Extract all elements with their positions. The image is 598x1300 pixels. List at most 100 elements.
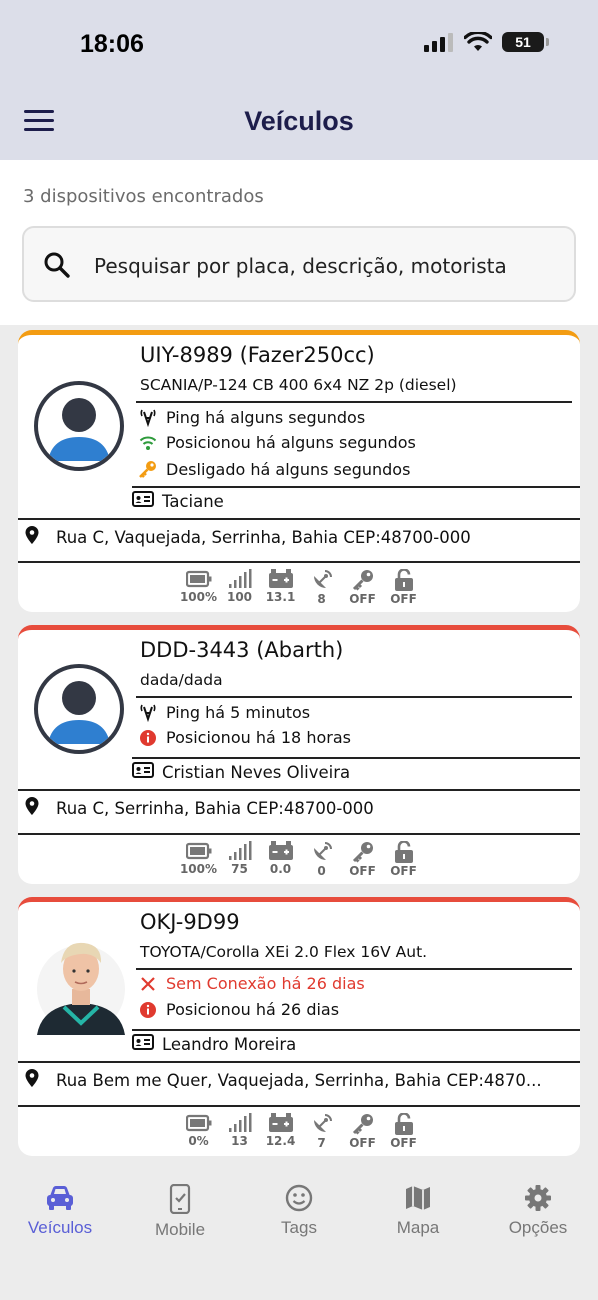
signal-bars-icon — [228, 569, 251, 588]
signal-tower-icon — [138, 407, 158, 427]
key-icon — [352, 1114, 373, 1135]
id-card-icon — [132, 491, 154, 511]
voltage-metric: 13.1 — [260, 569, 301, 606]
cellular-signal-icon — [424, 33, 453, 52]
lock-metric: OFF — [383, 569, 424, 606]
signal-metric: 13 — [219, 1113, 260, 1150]
avatar — [34, 664, 124, 754]
nav-label: Mapa — [396, 1218, 440, 1237]
ping-status: Ping há 5 minutos — [138, 702, 310, 722]
address-line: Rua C, Vaquejada, Serrinha, Bahia CEP:48… — [24, 525, 471, 549]
vehicle-card[interactable]: OKJ-9D99 TOYOTA/Corolla XEi 2.0 Flex 16V… — [18, 897, 580, 1156]
search-section: 3 dispositivos encontrados — [0, 160, 598, 325]
vehicle-model: dada/dada — [140, 671, 223, 689]
car-battery-icon — [268, 1113, 293, 1132]
wifi-icon — [138, 435, 158, 451]
lock-icon — [394, 841, 413, 863]
signal-tower-icon — [138, 702, 158, 722]
telemetry-metrics: 0% 13 12.4 7 OFF OFF — [178, 1113, 424, 1150]
voltage-metric: 12.4 — [260, 1113, 301, 1150]
nav-item-opcoes[interactable]: Opções — [478, 1184, 598, 1238]
vehicle-plate: OKJ-9D99 — [140, 910, 240, 934]
location-pin-icon — [24, 525, 40, 549]
key-icon — [352, 570, 373, 591]
lock-metric: OFF — [383, 1113, 424, 1150]
satellites-metric: 8 — [301, 569, 342, 606]
alert-icon — [138, 729, 158, 747]
search-input[interactable] — [94, 248, 564, 284]
lock-icon — [394, 1113, 413, 1135]
map-icon — [406, 1186, 430, 1210]
app-header: Veículos — [0, 88, 598, 160]
satellite-icon — [313, 570, 332, 588]
ignition-metric: OFF — [342, 569, 383, 606]
close-icon — [138, 976, 158, 992]
location-pin-icon — [24, 796, 40, 820]
page-title: Veículos — [244, 106, 354, 136]
satellites-metric: 7 — [301, 1113, 342, 1150]
nav-label: Tags — [281, 1218, 317, 1237]
car-battery-icon — [268, 841, 293, 860]
telemetry-metrics: 100% 100 13.1 8 OFF OFF — [178, 569, 424, 606]
signal-metric: 100 — [219, 569, 260, 606]
vehicle-model: TOYOTA/Corolla XEi 2.0 Flex 16V Aut. — [140, 943, 428, 961]
status-time: 18:06 — [80, 30, 144, 58]
battery-icon — [185, 1114, 211, 1132]
search-icon — [44, 252, 70, 278]
nav-item-mobile[interactable]: Mobile — [120, 1184, 240, 1240]
satellite-icon — [313, 842, 332, 860]
ignition-metric: OFF — [342, 841, 383, 878]
driver-info: Cristian Neves Oliveira — [132, 762, 350, 782]
gear-icon — [525, 1185, 551, 1211]
id-card-icon — [132, 1034, 154, 1054]
nav-item-veiculos[interactable]: Veículos — [0, 1184, 120, 1238]
wifi-status-icon — [464, 32, 492, 51]
battery-status: 51 — [502, 32, 549, 52]
search-box[interactable] — [22, 226, 576, 302]
id-card-icon — [132, 762, 154, 782]
vehicle-card[interactable]: DDD-3443 (Abarth) dada/dada Ping há 5 mi… — [18, 625, 580, 884]
signal-bars-icon — [228, 1113, 251, 1132]
signal-metric: 75 — [219, 841, 260, 878]
satellites-metric: 0 — [301, 841, 342, 878]
key-icon — [352, 842, 373, 863]
vehicle-plate: UIY-8989 (Fazer250cc) — [140, 343, 375, 367]
driver-photo — [34, 927, 128, 1035]
position-status: Posicionou há alguns segundos — [138, 433, 416, 452]
location-pin-icon — [24, 1068, 40, 1092]
address-line: Rua Bem me Quer, Vaquejada, Serrinha, Ba… — [24, 1068, 542, 1092]
battery-icon — [185, 570, 211, 588]
position-status: Posicionou há 26 dias — [138, 1000, 339, 1019]
connection-status: Sem Conexão há 26 dias — [138, 974, 365, 993]
vehicle-plate: DDD-3443 (Abarth) — [140, 638, 344, 662]
lock-metric: OFF — [383, 841, 424, 878]
status-bar: 18:06 51 — [0, 0, 598, 88]
position-status: Posicionou há 18 horas — [138, 728, 351, 747]
nav-item-mapa[interactable]: Mapa — [358, 1184, 478, 1238]
ignition-status: Desligado há alguns segundos — [138, 459, 410, 479]
car-battery-icon — [268, 569, 293, 588]
lock-icon — [394, 569, 413, 591]
battery-metric: 0% — [178, 1113, 219, 1150]
key-icon — [138, 459, 158, 479]
vehicle-model: SCANIA/P-124 CB 400 6x4 NZ 2p (diesel) — [140, 376, 457, 394]
nav-label: Mobile — [154, 1220, 206, 1239]
ignition-metric: OFF — [342, 1113, 383, 1150]
satellite-icon — [313, 1114, 332, 1132]
vehicle-card[interactable]: UIY-8989 (Fazer250cc) SCANIA/P-124 CB 40… — [18, 330, 580, 612]
battery-metric: 100% — [178, 841, 219, 878]
driver-info: Taciane — [132, 491, 224, 511]
alert-icon — [138, 1001, 158, 1019]
smile-icon — [285, 1184, 313, 1212]
nav-label: Opções — [508, 1218, 568, 1237]
driver-info: Leandro Moreira — [132, 1034, 296, 1054]
car-icon — [47, 1186, 73, 1210]
results-count: 3 dispositivos encontrados — [23, 186, 264, 207]
battery-metric: 100% — [178, 569, 219, 606]
address-line: Rua C, Serrinha, Bahia CEP:48700-000 — [24, 796, 374, 820]
signal-bars-icon — [228, 841, 251, 860]
voltage-metric: 0.0 — [260, 841, 301, 878]
nav-item-tags[interactable]: Tags — [239, 1184, 359, 1238]
ping-status: Ping há alguns segundos — [138, 407, 365, 427]
telemetry-metrics: 100% 75 0.0 0 OFF OFF — [178, 841, 424, 878]
